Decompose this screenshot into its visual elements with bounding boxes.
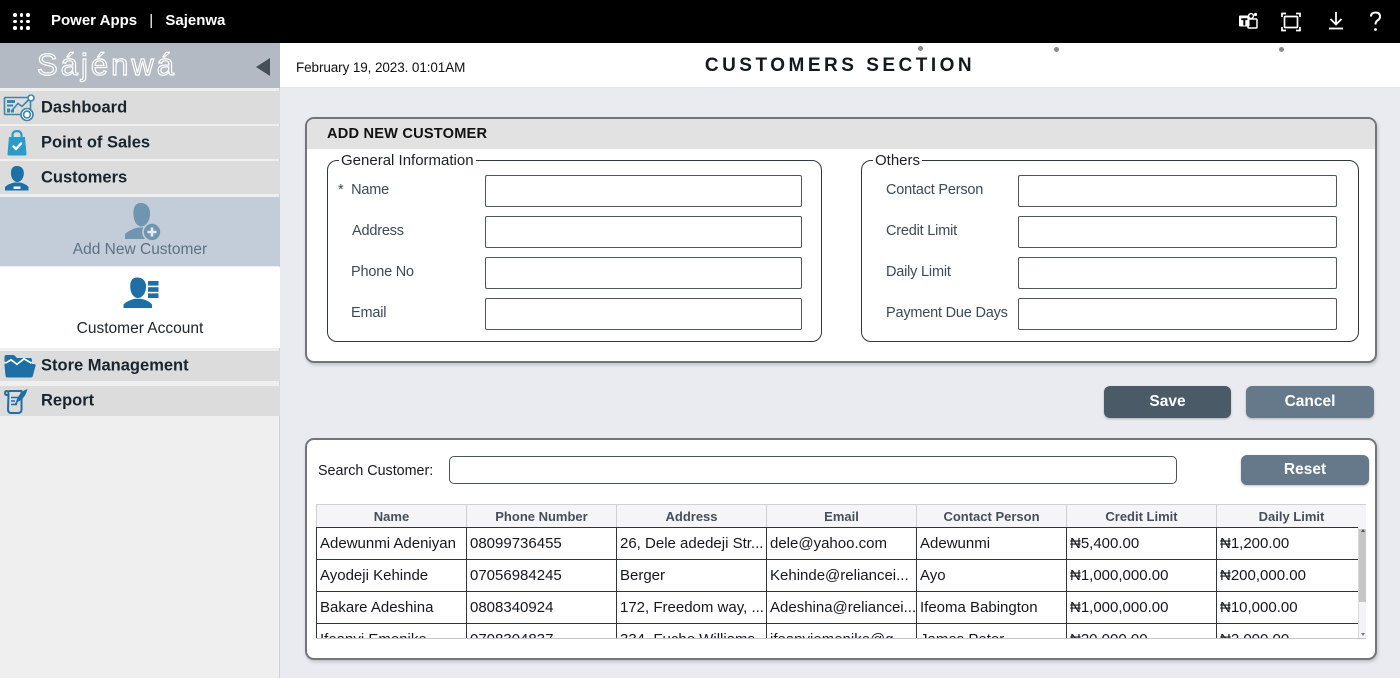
- svg-text:Sájénwá: Sájénwá: [37, 47, 177, 82]
